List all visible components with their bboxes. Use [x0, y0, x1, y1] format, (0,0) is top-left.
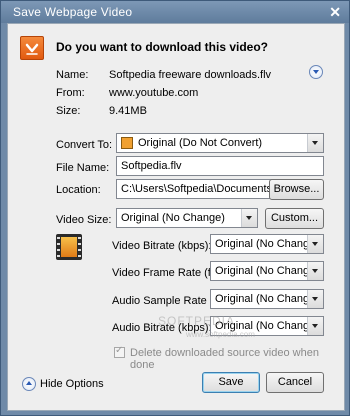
custom-button[interactable]: Custom... — [265, 208, 324, 229]
video-bitrate-select[interactable]: Original (No Change) — [210, 234, 324, 254]
dialog-window: Save Webpage Video ✕ Do you want to down… — [0, 0, 350, 416]
collapse-options-icon[interactable] — [22, 377, 36, 391]
dialog-body: Do you want to download this video? Name… — [7, 23, 345, 411]
video-size-select[interactable]: Original (No Change) — [116, 208, 258, 228]
convert-to-value: Original (Do Not Convert) — [138, 137, 263, 149]
audio-sample-rate-select[interactable]: Original (No Change) — [210, 289, 324, 309]
chevron-down-icon[interactable] — [307, 317, 323, 335]
save-button[interactable]: Save — [202, 372, 260, 393]
chevron-down-icon[interactable] — [241, 209, 257, 227]
size-value: 9.41MB — [109, 105, 147, 117]
cancel-button[interactable]: Cancel — [266, 372, 324, 393]
name-value: Softpedia freeware downloads.flv — [109, 69, 272, 81]
film-strip-icon — [56, 234, 82, 260]
video-bitrate-value: Original (No Change) — [215, 238, 319, 250]
video-size-label: Video Size: — [56, 214, 112, 226]
size-label: Size: — [56, 105, 81, 117]
from-value: www.youtube.com — [109, 87, 199, 99]
location-value: C:\Users\Softpedia\Documents\ — [121, 183, 276, 195]
close-icon[interactable]: ✕ — [329, 4, 341, 21]
convert-to-select[interactable]: Original (Do Not Convert) — [116, 133, 324, 153]
watermark-url: www.softpedia.com — [186, 330, 255, 339]
browse-button[interactable]: Browse... — [269, 179, 324, 200]
file-name-value: Softpedia.flv — [121, 160, 182, 172]
chevron-down-icon[interactable] — [307, 134, 323, 152]
delete-source-checkbox[interactable] — [114, 345, 125, 358]
audio-sample-rate-value: Original (No Change) — [215, 293, 319, 305]
chevron-down-icon[interactable] — [307, 235, 323, 253]
watermark-logo: SOFTPEDIA — [158, 314, 236, 328]
hide-options-link[interactable]: Hide Options — [40, 378, 104, 390]
file-name-field[interactable]: Softpedia.flv — [116, 156, 324, 176]
download-arrow-icon — [20, 36, 44, 60]
video-frame-rate-select[interactable]: Original (No Change) — [210, 261, 324, 281]
video-bitrate-label: Video Bitrate (kbps): — [112, 240, 212, 252]
film-small-icon — [121, 137, 133, 149]
title-bar[interactable]: Save Webpage Video ✕ — [1, 1, 349, 23]
location-field[interactable]: C:\Users\Softpedia\Documents\ — [116, 179, 291, 199]
name-label: Name: — [56, 69, 89, 81]
file-name-label: File Name: — [56, 162, 110, 174]
location-label: Location: — [56, 184, 101, 196]
window-title: Save Webpage Video — [13, 5, 133, 19]
dialog-question: Do you want to download this video? — [56, 40, 268, 54]
video-size-value: Original (No Change) — [121, 212, 225, 224]
expand-details-icon[interactable] — [309, 65, 323, 79]
video-frame-rate-value: Original (No Change) — [215, 265, 319, 277]
delete-source-label: Delete downloaded source video when done — [130, 347, 319, 371]
chevron-down-icon[interactable] — [307, 262, 323, 280]
convert-to-label: Convert To: — [56, 139, 113, 151]
from-label: From: — [56, 87, 85, 99]
chevron-down-icon[interactable] — [307, 290, 323, 308]
